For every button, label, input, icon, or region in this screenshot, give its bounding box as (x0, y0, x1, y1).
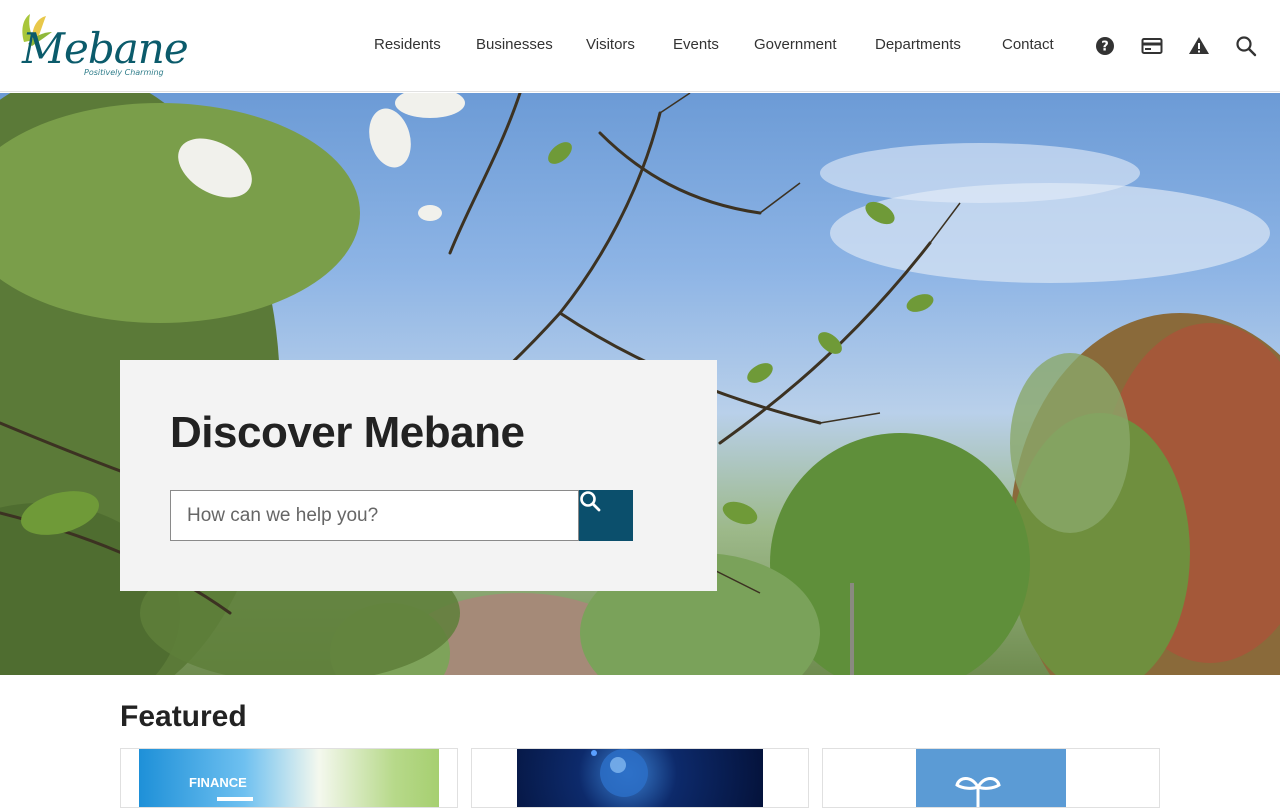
alert-icon[interactable] (1188, 35, 1210, 57)
payment-card-icon[interactable] (1141, 35, 1163, 57)
nav-item-businesses[interactable]: Businesses (476, 36, 553, 53)
search-icon (580, 491, 601, 512)
featured-card-water[interactable] (471, 748, 809, 808)
featured-card-plant[interactable] (822, 748, 1160, 808)
sprout-icon (955, 777, 1001, 807)
main-nav: Residents Businesses Visitors Events Gov… (0, 36, 1280, 56)
nav-item-government[interactable]: Government (754, 36, 837, 53)
document-icon (217, 797, 253, 801)
nav-item-residents[interactable]: Residents (374, 36, 441, 53)
logo-tagline: Positively Charming (84, 68, 164, 77)
nav-item-departments[interactable]: Departments (875, 36, 961, 53)
water-bubble-icon (591, 749, 648, 797)
featured-card-label: FINANCE (189, 775, 247, 790)
site-header: Mebane Positively Charming Residents Bus… (0, 0, 1280, 92)
svg-text:?: ? (1101, 40, 1109, 55)
hero-title: Discover Mebane (170, 408, 525, 457)
featured-heading: Featured (120, 700, 247, 733)
hero-banner: Discover Mebane (0, 93, 1280, 675)
help-icon[interactable]: ? (1094, 35, 1116, 57)
nav-item-contact[interactable]: Contact (1002, 36, 1054, 53)
discover-card: Discover Mebane (120, 360, 717, 591)
hero-search-button[interactable] (579, 490, 633, 541)
nav-item-events[interactable]: Events (673, 36, 719, 53)
hero-search-input[interactable] (170, 490, 579, 541)
search-icon[interactable] (1235, 35, 1257, 57)
featured-card-finance[interactable]: FINANCE (120, 748, 458, 808)
nav-item-visitors[interactable]: Visitors (586, 36, 635, 53)
featured-card-image (139, 749, 439, 807)
